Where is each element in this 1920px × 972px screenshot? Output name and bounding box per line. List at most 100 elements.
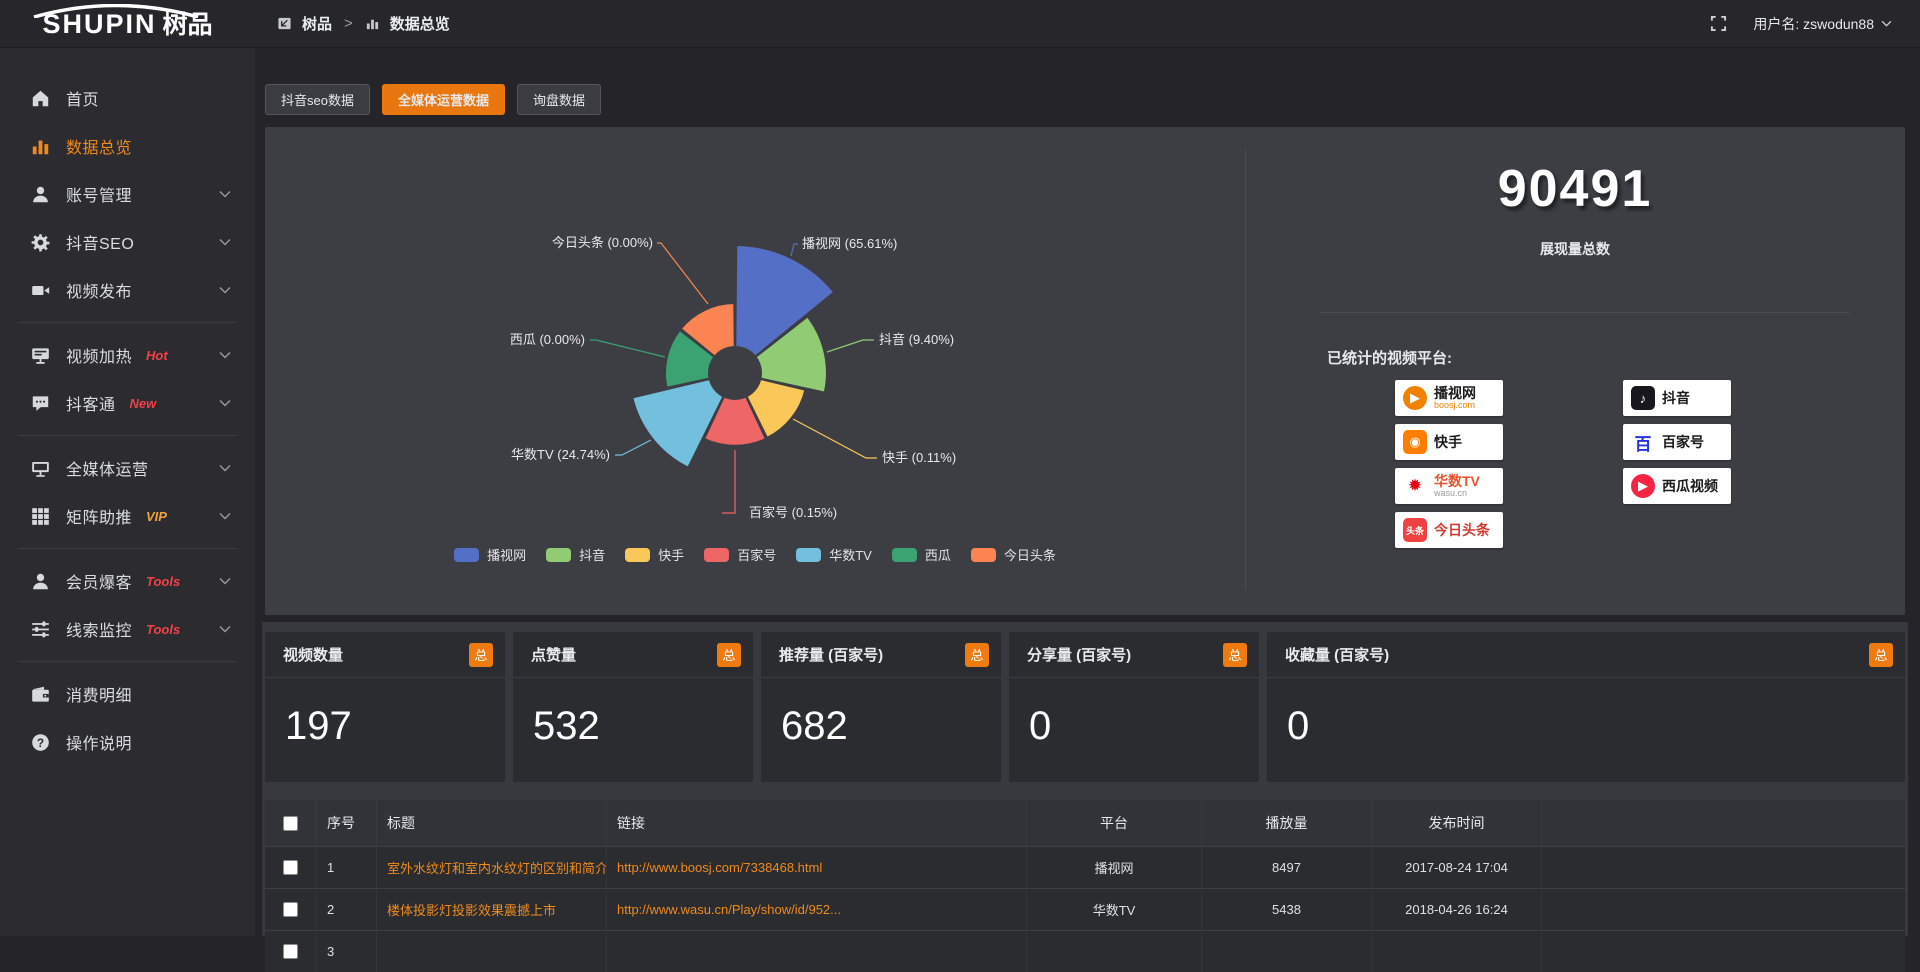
- row-url-link[interactable]: http://www.wasu.cn/Play/show/id/952...: [607, 889, 1027, 930]
- sidebar-item-label: 会员爆客: [66, 569, 132, 593]
- breadcrumb-root[interactable]: 树品: [302, 13, 332, 34]
- sidebar-item-expense[interactable]: 消费明细: [0, 670, 255, 718]
- row-checkbox[interactable]: [283, 902, 298, 917]
- user-icon: [30, 184, 50, 204]
- row-plays: 8497: [1202, 847, 1372, 888]
- total-impressions-value: 90491: [1255, 159, 1895, 219]
- sidebar: 首页数据总览账号管理抖音SEO 视频发布视频加热 Hot 抖客通New 全媒体运营矩阵助…: [0, 48, 255, 936]
- tab-media-ops-data[interactable]: 全媒体运营数据: [382, 84, 505, 115]
- sidebar-item-label: 消费明细: [66, 682, 132, 706]
- platform-name: 抖音: [1662, 391, 1690, 406]
- legend-swatch: [454, 548, 479, 562]
- legend-label: 百家号: [737, 545, 776, 564]
- chevron-down-icon: [219, 238, 231, 246]
- total-badge: 总: [469, 643, 493, 667]
- sidebar-item-label: 视频加热: [66, 343, 132, 367]
- stat-card-label: 点赞量: [531, 644, 576, 665]
- row-time: [1372, 931, 1542, 972]
- legend-item-播视网[interactable]: 播视网: [454, 545, 526, 564]
- table-row: 3: [265, 930, 1905, 972]
- top-bar: SHUPIN 树品 树品 > 数据总览 用户名: zswodun88: [0, 0, 1920, 48]
- sidebar-item-clue-monitor[interactable]: 线索监控Tools: [0, 605, 255, 653]
- svg-text:?: ?: [36, 735, 43, 749]
- platform-share-rose-chart: 播视网 (65.61%)抖音 (9.40%)快手 (0.11%)百家号 (0.1…: [265, 127, 1245, 542]
- pie-label-line-百家号: [722, 450, 735, 513]
- total-badge: 总: [1869, 643, 1893, 667]
- platform-badge-baijiahao: 百百家号: [1623, 424, 1731, 460]
- stat-card-value: 197: [285, 704, 352, 749]
- pie-label-line-西瓜: [590, 340, 665, 357]
- sidebar-item-video-heat[interactable]: 视频加热 Hot: [0, 331, 255, 379]
- sidebar-item-tag: Hot: [146, 348, 168, 363]
- row-title-link[interactable]: 楼体投影灯投影效果震撼上市: [377, 889, 607, 930]
- sidebar-item-label: 账号管理: [66, 182, 132, 206]
- row-url-link[interactable]: [607, 931, 1027, 972]
- sidebar-item-home[interactable]: 首页: [0, 74, 255, 122]
- sidebar-item-help[interactable]: ?操作说明: [0, 718, 255, 766]
- sidebar-item-label: 抖客通: [66, 391, 116, 415]
- fullscreen-icon[interactable]: [1710, 15, 1727, 32]
- pie-label-西瓜: 西瓜 (0.00%): [510, 332, 585, 347]
- legend-item-抖音[interactable]: 抖音: [546, 545, 605, 564]
- legend-item-西瓜[interactable]: 西瓜: [892, 545, 951, 564]
- legend-label: 快手: [658, 545, 684, 564]
- sidebar-divider: [18, 661, 237, 662]
- row-index: 2: [317, 889, 377, 930]
- sidebar-item-matrix-boost[interactable]: 矩阵助推VIP: [0, 492, 255, 540]
- row-title-link[interactable]: [377, 931, 607, 972]
- select-all-checkbox[interactable]: [283, 816, 298, 831]
- row-platform: 播视网: [1027, 847, 1202, 888]
- chevron-down-icon: [219, 512, 231, 520]
- sidebar-item-video-publish[interactable]: 视频发布: [0, 266, 255, 314]
- sidebar-item-doukezhong[interactable]: 抖客通New: [0, 379, 255, 427]
- breadcrumb-chart-icon: [365, 16, 380, 31]
- sidebar-item-douyin-seo[interactable]: 抖音SEO: [0, 218, 255, 266]
- chevron-down-icon: [219, 286, 231, 294]
- row-checkbox[interactable]: [283, 860, 298, 875]
- col-header-link: 链接: [607, 800, 1027, 846]
- chevron-down-icon: [219, 399, 231, 407]
- total-badge: 总: [965, 643, 989, 667]
- sidebar-item-label: 线索监控: [66, 617, 132, 641]
- app-logo: SHUPIN 树品: [0, 9, 255, 38]
- table-header-row: 序号标题链接平台播放量发布时间: [265, 800, 1905, 846]
- legend-item-华数TV[interactable]: 华数TV: [796, 545, 872, 564]
- row-index: 1: [317, 847, 377, 888]
- sidebar-item-data-overview[interactable]: 数据总览: [0, 122, 255, 170]
- stat-card-video-count: 视频数量总197: [265, 632, 505, 782]
- sidebar-item-member-leads[interactable]: 会员爆客Tools: [0, 557, 255, 605]
- total-badge: 总: [1223, 643, 1247, 667]
- legend-item-快手[interactable]: 快手: [625, 545, 684, 564]
- platform-logo-icon: ▶: [1631, 474, 1655, 498]
- legend-swatch: [625, 548, 650, 562]
- row-url-link[interactable]: http://www.boosj.com/7338468.html: [607, 847, 1027, 888]
- chevron-down-icon: [219, 625, 231, 633]
- platform-badge-douyin: ♪抖音: [1623, 380, 1731, 416]
- legend-swatch: [892, 548, 917, 562]
- row-checkbox[interactable]: [283, 944, 298, 959]
- breadcrumb-current: 数据总览: [390, 13, 450, 34]
- user-menu[interactable]: 用户名: zswodun88: [1753, 14, 1892, 34]
- tab-douyin-seo-data[interactable]: 抖音seo数据: [265, 84, 370, 115]
- stat-card-value: 0: [1287, 704, 1309, 749]
- row-title-link[interactable]: 室外水纹灯和室内水纹灯的区别和简介: [377, 847, 607, 888]
- legend-label: 抖音: [579, 545, 605, 564]
- tab-inquiry-data[interactable]: 询盘数据: [517, 84, 601, 115]
- legend-item-今日头条[interactable]: 今日头条: [971, 545, 1056, 564]
- chart-legend: 播视网 抖音 快手 百家号 华数TV 西瓜 今日头条: [265, 545, 1245, 564]
- pie-label-line-播视网: [791, 244, 798, 256]
- stat-card-share-count: 分享量 (百家号)总0: [1009, 632, 1259, 782]
- sidebar-item-account[interactable]: 账号管理: [0, 170, 255, 218]
- row-index: 3: [317, 931, 377, 972]
- sidebar-item-media-ops[interactable]: 全媒体运营: [0, 444, 255, 492]
- sidebar-item-label: 视频发布: [66, 278, 132, 302]
- summary-divider: [1320, 312, 1850, 313]
- chart-icon: [30, 136, 50, 156]
- pie-label-今日头条: 今日头条 (0.00%): [552, 235, 653, 250]
- sidebar-divider: [18, 435, 237, 436]
- table-row: 2楼体投影灯投影效果震撼上市http://www.wasu.cn/Play/sh…: [265, 888, 1905, 930]
- pie-slice-华数TV[interactable]: [632, 379, 723, 468]
- legend-item-百家号[interactable]: 百家号: [704, 545, 776, 564]
- platform-logo-icon: ✹: [1403, 474, 1427, 498]
- total-badge: 总: [717, 643, 741, 667]
